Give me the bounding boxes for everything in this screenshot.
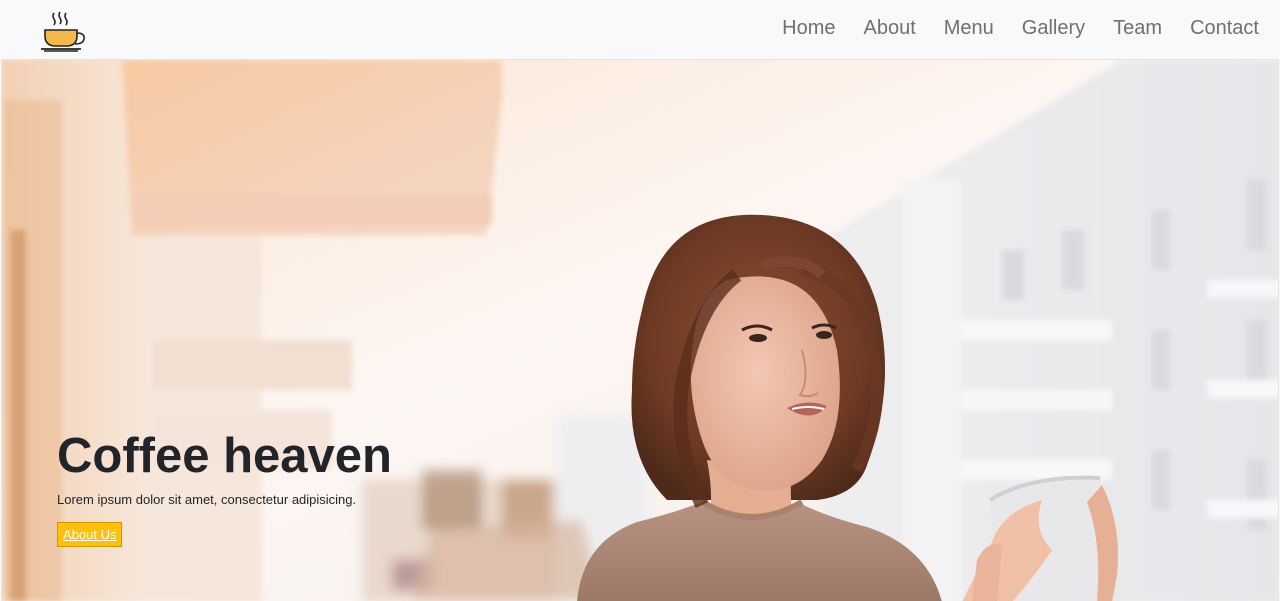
brand-logo[interactable] (40, 7, 86, 53)
main-nav: Home About Menu Gallery Team Contact (782, 16, 1259, 43)
about-us-button[interactable]: About Us (57, 522, 123, 547)
nav-link-gallery[interactable]: Gallery (1022, 16, 1085, 43)
nav-link-home[interactable]: Home (782, 16, 835, 43)
nav-link-menu[interactable]: Menu (944, 16, 994, 43)
nav-link-team[interactable]: Team (1113, 16, 1162, 43)
hero-title: Coffee heaven (57, 429, 392, 483)
coffee-cup-icon (41, 11, 85, 52)
nav-link-about[interactable]: About (864, 16, 916, 43)
hero-subtitle: Lorem ipsum dolor sit amet, consectetur … (57, 492, 357, 507)
hero-section: Coffee heaven Lorem ipsum dolor sit amet… (1, 59, 1279, 601)
hero-content: Coffee heaven Lorem ipsum dolor sit amet… (57, 428, 392, 547)
navbar: Home About Menu Gallery Team Contact (0, 0, 1280, 59)
nav-link-contact[interactable]: Contact (1190, 16, 1259, 43)
